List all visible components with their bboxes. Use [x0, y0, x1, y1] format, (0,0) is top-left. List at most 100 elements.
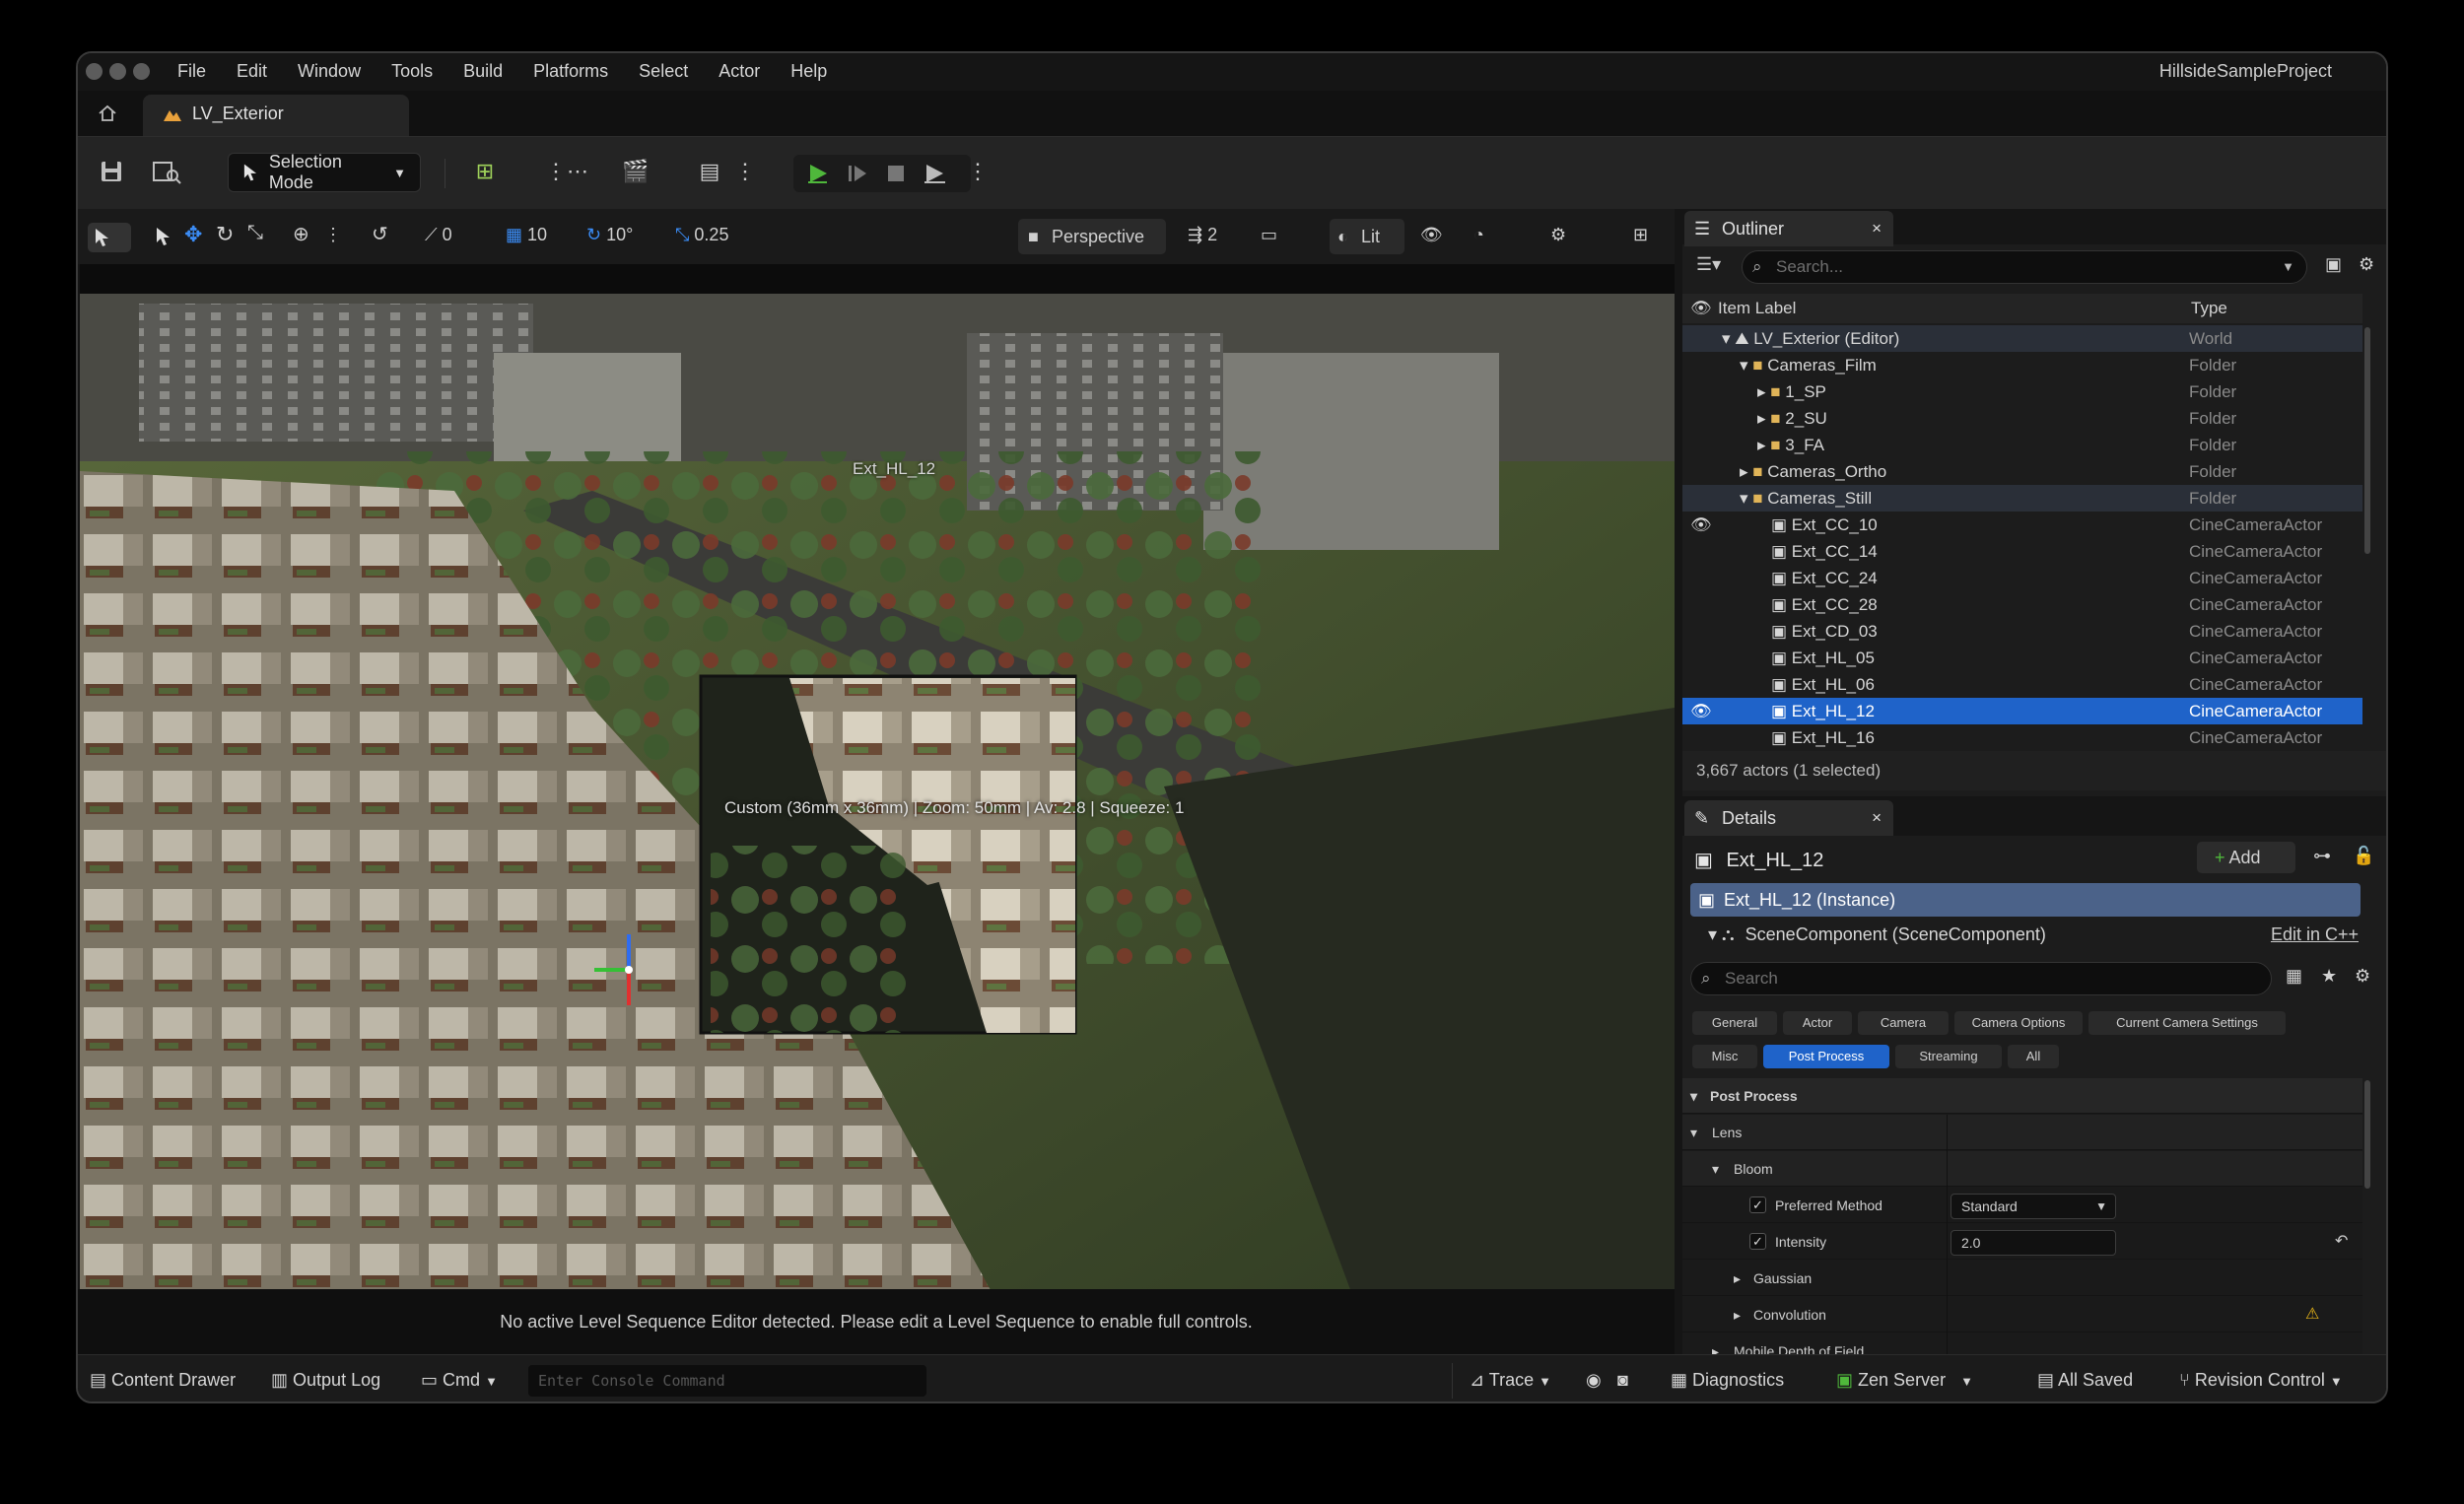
tree-row[interactable]: ▸ ■ 3_FA Folder: [1682, 432, 2362, 458]
component-row[interactable]: ▾ ⛬ SceneComponent (SceneComponent) Edit…: [1708, 919, 2359, 950]
star-icon[interactable]: ★: [2321, 966, 2337, 987]
tree-row[interactable]: ▸ ■ 1_SP Folder: [1682, 378, 2362, 405]
step-icon[interactable]: [847, 163, 868, 184]
tab-level[interactable]: LV_Exterior: [143, 95, 409, 136]
blueprints-icon[interactable]: ⋮⋯: [545, 159, 588, 184]
rotate-snap-value[interactable]: ⟋ 0: [425, 225, 452, 245]
revision-control-dropdown[interactable]: ⑂ Revision Control ▼: [2179, 1370, 2343, 1391]
tree-row[interactable]: ▾ ■ Cameras_Still Folder: [1682, 485, 2362, 512]
tree-row[interactable]: ▸ ■ 2_SU Folder: [1682, 405, 2362, 432]
category-gaussian[interactable]: ▸ Gaussian: [1682, 1261, 2362, 1296]
menu-help[interactable]: Help: [790, 61, 827, 82]
settings-icon[interactable]: ⚙: [2359, 254, 2374, 275]
filter-post-process[interactable]: Post Process: [1763, 1045, 1889, 1068]
add-actor-icon[interactable]: ⊞: [472, 159, 498, 184]
menu-build[interactable]: Build: [463, 61, 503, 82]
tab-details[interactable]: ✎ Details ×: [1684, 800, 1893, 836]
col-item-label[interactable]: Item Label: [1718, 294, 1796, 323]
tree-row[interactable]: ▣ Ext_CC_28 CineCameraActor: [1682, 591, 2362, 618]
reset-icon[interactable]: ↶: [2335, 1224, 2348, 1260]
layout-icon[interactable]: ⊞: [1633, 225, 1648, 245]
cinematics-icon[interactable]: 🎬: [622, 159, 649, 184]
table-view-icon[interactable]: ▦: [2286, 966, 2302, 987]
filter-actor[interactable]: Actor: [1783, 1011, 1852, 1035]
tree-row[interactable]: ▾ ⛰ LV_Exterior (Editor) World: [1682, 325, 2362, 352]
close-icon[interactable]: ×: [1872, 211, 1882, 246]
stop-icon[interactable]: [886, 164, 906, 183]
tree-row[interactable]: ▣ Ext_CD_03 CineCameraActor: [1682, 618, 2362, 645]
blueprint-icon[interactable]: ⊶: [2313, 846, 2331, 866]
show-flags-icon[interactable]: 👁: [1420, 225, 1443, 245]
outliner-scrollbar[interactable]: [2364, 327, 2370, 554]
modes-icon[interactable]: ▤: [697, 159, 722, 184]
outliner-search-input[interactable]: ⌕ Search... ▼: [1742, 250, 2307, 284]
grid-snap-dropdown[interactable]: ▦ 10: [506, 225, 547, 245]
diagnostics-button[interactable]: ▦ Diagnostics: [1671, 1370, 1784, 1391]
all-saved-button[interactable]: ▤ All Saved: [2037, 1370, 2133, 1391]
translate-tool-icon[interactable]: ✥: [184, 222, 202, 247]
level-viewport[interactable]: Ext_HL_12 Custom (36mm x 36mm) | Zoom: 5…: [80, 264, 1675, 1289]
filter-icon[interactable]: ☰▾: [1696, 254, 1721, 275]
browse-content-icon[interactable]: [152, 159, 181, 184]
details-scrollbar[interactable]: [2364, 1080, 2370, 1189]
visibility-icon[interactable]: 👁: [1690, 512, 1712, 538]
home-icon[interactable]: [98, 104, 117, 122]
add-folder-icon[interactable]: ▣: [2325, 254, 2342, 275]
tree-row[interactable]: ▣ Ext_CC_24 CineCameraActor: [1682, 565, 2362, 591]
filter-all[interactable]: All: [2008, 1045, 2059, 1068]
tree-row[interactable]: ▣ Ext_HL_16 CineCameraActor: [1682, 724, 2362, 751]
visibility-icon[interactable]: 👁: [1690, 698, 1712, 724]
surface-snap-icon[interactable]: ↺: [372, 222, 388, 246]
scale-snap-dropdown[interactable]: ⤡ 0.25: [675, 225, 728, 245]
category-lens[interactable]: ▾ Lens: [1682, 1115, 2362, 1150]
tree-row[interactable]: ▣ Ext_HL_05 CineCameraActor: [1682, 645, 2362, 671]
screen-percentage-icon[interactable]: ▭: [1261, 225, 1277, 245]
tree-row[interactable]: ▣ Ext_CC_14 CineCameraActor: [1682, 538, 2362, 565]
menu-select[interactable]: Select: [639, 61, 688, 82]
close-icon[interactable]: ×: [1872, 800, 1882, 836]
filter-streaming[interactable]: Streaming: [1895, 1045, 2002, 1068]
minimize-window-button[interactable]: [109, 63, 126, 80]
intensity-checkbox[interactable]: ✓: [1749, 1233, 1766, 1250]
zen-server-dropdown[interactable]: ▣ Zen Server ▼: [1836, 1370, 1973, 1391]
screenshot-icon[interactable]: ◙: [1617, 1370, 1628, 1391]
tab-outliner[interactable]: ☰ Outliner ×: [1684, 211, 1893, 246]
camera-speed-dropdown[interactable]: ⇶ 2: [1188, 225, 1217, 245]
world-space-icon[interactable]: ⊕: [293, 222, 309, 246]
filter-camera[interactable]: Camera: [1858, 1011, 1949, 1035]
more-icon[interactable]: ⋮: [324, 225, 342, 245]
maximize-window-button[interactable]: [133, 63, 150, 80]
details-search-input[interactable]: ⌕ Search: [1690, 962, 2272, 995]
menu-edit[interactable]: Edit: [237, 61, 267, 82]
category-bloom[interactable]: ▾ Bloom: [1682, 1151, 2362, 1187]
viewport-select-dropdown[interactable]: [88, 223, 131, 252]
record-icon[interactable]: ◉: [1586, 1370, 1602, 1391]
eject-icon[interactable]: [924, 163, 947, 184]
filter-misc[interactable]: Misc: [1692, 1045, 1757, 1068]
selection-mode-dropdown[interactable]: Selection Mode ▼: [228, 152, 421, 192]
lock-icon[interactable]: 🔓: [2353, 846, 2374, 866]
content-drawer-button[interactable]: ▤ Content Drawer: [90, 1370, 236, 1391]
console-command-input[interactable]: Enter Console Command: [528, 1365, 926, 1397]
filter-camera-options[interactable]: Camera Options: [1954, 1011, 2083, 1035]
menu-actor[interactable]: Actor: [719, 61, 760, 82]
close-window-button[interactable]: [86, 63, 103, 80]
rotate-tool-icon[interactable]: ↻: [216, 222, 234, 247]
edit-in-cpp-link[interactable]: Edit in C++: [2271, 919, 2359, 950]
menu-platforms[interactable]: Platforms: [533, 61, 608, 82]
angle-snap-dropdown[interactable]: ↻ 10°: [586, 225, 633, 245]
menu-window[interactable]: Window: [298, 61, 361, 82]
category-convolution[interactable]: ▸ Convolution ⚠: [1682, 1297, 2362, 1333]
cmd-dropdown[interactable]: ▭ Cmd ▼: [421, 1370, 498, 1391]
perspective-dropdown[interactable]: ■ Perspective: [1018, 219, 1166, 254]
play-icon[interactable]: [807, 163, 829, 184]
menu-tools[interactable]: Tools: [391, 61, 433, 82]
tree-row[interactable]: 👁 ▣ Ext_CC_10 CineCameraActor: [1682, 512, 2362, 538]
preferred-method-checkbox[interactable]: ✓: [1749, 1196, 1766, 1213]
tree-row-selected[interactable]: 👁 ▣ Ext_HL_12 CineCameraActor: [1682, 698, 2362, 724]
settings-icon[interactable]: ⚙: [1550, 225, 1566, 245]
trace-dropdown[interactable]: ⊿ Trace ▼: [1470, 1370, 1551, 1391]
output-log-button[interactable]: ▥ Output Log: [271, 1370, 380, 1391]
settings-icon[interactable]: ⚙: [2355, 966, 2370, 987]
add-component-button[interactable]: + Add: [2197, 842, 2295, 873]
